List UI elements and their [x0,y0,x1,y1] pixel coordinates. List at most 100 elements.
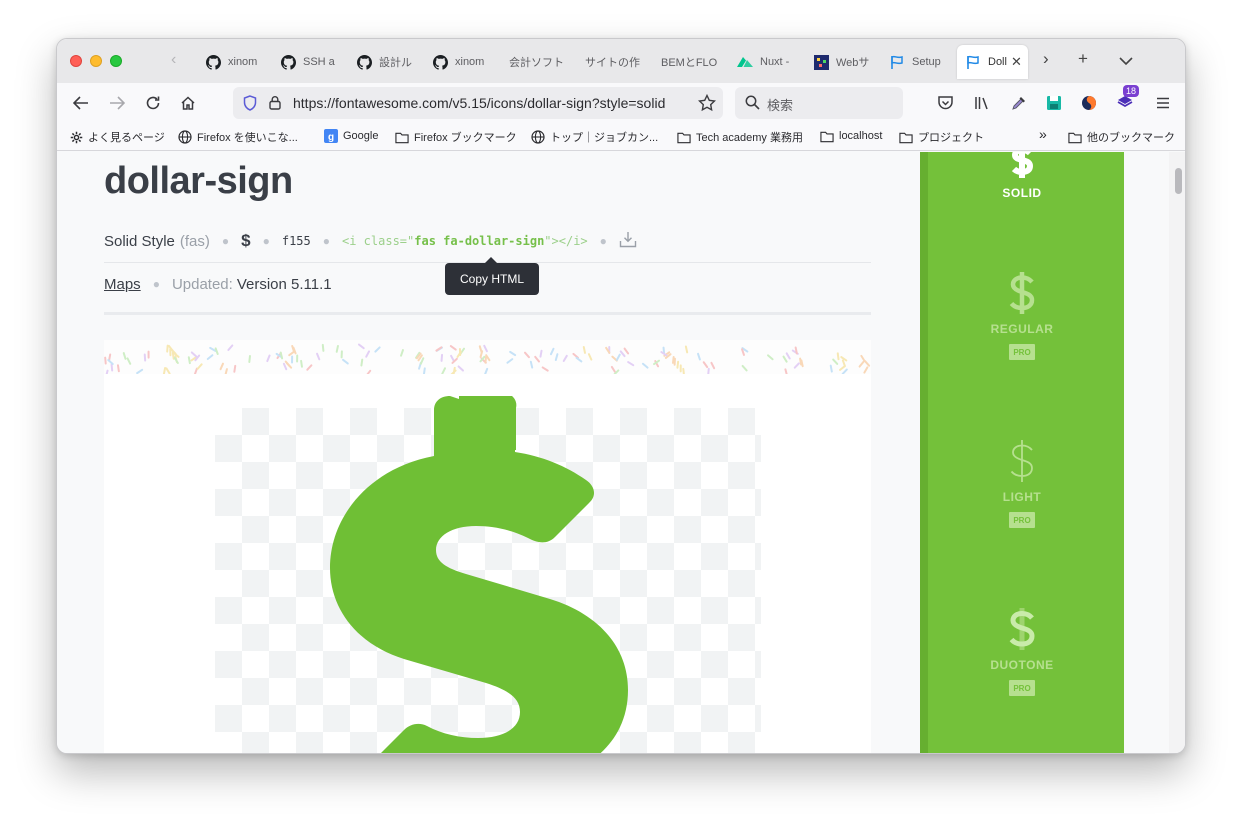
svg-text:g: g [328,132,334,143]
tab-label: サイトの作 [585,57,640,69]
home-icon[interactable] [176,91,200,115]
save-extension-icon[interactable] [1044,93,1064,113]
bookmark-jobcan[interactable]: トップ｜ジョブカン... [531,129,658,145]
style-option-regular[interactable]: REGULAR PRO [920,270,1124,360]
search-placeholder: 検索 [767,98,794,113]
hamburger-menu-icon[interactable] [1153,93,1173,113]
browser-window: ‹ xinom SSH a 設計ル xinom 会計ソフト サイトの作 BEMと… [56,38,1186,754]
folder-icon [899,130,913,144]
pocket-icon[interactable] [935,93,955,113]
github-icon [432,54,448,70]
tracking-protection-shield-icon[interactable] [243,95,257,116]
style-option-duotone[interactable]: DUOTONE PRO [920,606,1124,696]
bookmark-label: Firefox ブックマーク [414,132,517,144]
google-icon: g [324,129,338,143]
tab-github-3[interactable]: 設計ル [356,47,412,77]
tab-github-1[interactable]: xinom [205,47,257,77]
github-icon [280,54,296,70]
bookmark-project-folder[interactable]: プロジェクト [899,129,984,145]
scrollbar-thumb[interactable] [1175,168,1182,194]
navigation-toolbar: https://fontawesome.com/v5.15/icons/doll… [57,83,1185,123]
tab-nuxt[interactable]: Nuxt - [737,47,789,77]
github-icon [356,54,372,70]
bookmark-firefox-folder[interactable]: Firefox ブックマーク [395,129,517,145]
nuxt-icon [737,54,753,70]
tab-dollar-sign-active[interactable]: Doll ✕ [957,45,1028,79]
bookmark-firefox-guide[interactable]: Firefox を使いこな... [178,129,298,145]
dollar-sign-icon [330,396,628,753]
tab-label: Setup [912,56,941,68]
tab-label: 会計ソフト [509,57,564,69]
tab-github-4[interactable]: xinom [432,47,484,77]
bookmark-most-visited[interactable]: よく見るページ [69,129,165,145]
style-prefix: (fas) [179,232,210,250]
library-icon[interactable] [973,93,993,113]
pro-badge: PRO [1009,680,1035,696]
style-option-solid[interactable]: SOLID [920,152,1124,200]
maps-link[interactable]: Maps [104,276,141,293]
tab-scroll-right-icon[interactable]: › [1043,49,1049,69]
tab-github-2[interactable]: SSH a [280,47,335,77]
search-icon [745,95,760,115]
updated-label: Updated: [171,275,233,293]
page-scrollbar[interactable] [1169,152,1185,753]
bookmark-google[interactable]: g Google [324,129,378,143]
bookmark-other-folder[interactable]: 他のブックマーク [1068,129,1175,145]
tab-scroll-left-icon[interactable]: ‹ [171,51,176,69]
flag-icon [889,54,905,70]
copy-html-tooltip: Copy HTML [445,257,539,295]
zoom-window-button[interactable] [110,55,122,67]
tab-list-icon[interactable] [1119,51,1133,71]
close-tab-icon[interactable]: ✕ [1011,54,1022,70]
bookmark-label: Google [343,130,379,142]
bookmark-tech-academy-folder[interactable]: Tech academy 業務用 [677,129,803,145]
tab-web[interactable]: Webサ [813,47,869,77]
bookmark-label: localhost [839,130,883,142]
close-window-button[interactable] [70,55,82,67]
new-tab-icon[interactable]: + [1078,49,1088,69]
tab-setup[interactable]: Setup [889,47,941,77]
style-option-light[interactable]: LIGHT PRO [920,438,1124,528]
pixel-icon [813,54,829,70]
maps-updated-row: Maps ● Updated: Version 5.11.1 [104,274,332,294]
tab-site[interactable]: サイトの作 [585,47,640,77]
reload-icon[interactable] [141,91,165,115]
back-icon[interactable] [69,91,93,115]
bookmark-star-icon[interactable] [697,93,717,113]
bookmarks-overflow-icon[interactable]: » [1039,126,1047,142]
bookmark-label: Tech academy 業務用 [696,132,803,144]
updated-version: Version 5.11.1 [236,275,332,293]
style-switcher-sidebar: SOLID REGULAR PRO LIGHT PRO DUOTONE PRO [920,152,1124,753]
gear-icon [69,130,83,144]
unicode-value[interactable]: f155 [282,234,311,248]
extension-badge-count: 18 [1123,85,1140,97]
style-label: LIGHT [1002,490,1042,504]
search-bar[interactable]: 検索 [735,87,903,119]
folder-icon [677,130,691,144]
forward-icon[interactable] [105,91,129,115]
bookmark-localhost-folder[interactable]: localhost [820,129,882,143]
bookmark-label: よく見るページ [88,132,165,144]
tab-bem[interactable]: BEMとFLO [661,47,717,77]
html-snippet[interactable]: <i class="fas fa-dollar-sign"></i> [342,234,588,248]
lock-icon[interactable] [269,95,281,115]
code-class: fas fa-dollar-sign [414,234,545,248]
github-icon [205,54,221,70]
tab-accounting[interactable]: 会計ソフト [509,47,564,77]
style-label: SOLID [1002,186,1042,200]
swirl-extension-icon[interactable] [1079,93,1099,113]
download-icon[interactable] [619,231,637,252]
globe-icon [531,130,545,144]
tab-label: SSH a [303,56,335,68]
minimize-window-button[interactable] [90,55,102,67]
glyph-preview[interactable]: $ [241,231,250,251]
eyedropper-icon[interactable] [1009,93,1029,113]
flag-icon [965,54,981,70]
separator-dot: ● [221,234,230,248]
icon-preview-panel [104,340,871,753]
extension-badge-icon[interactable]: 18 [1115,85,1140,111]
url-text: https://fontawesome.com/v5.15/icons/doll… [293,95,666,111]
tab-label: Webサ [836,57,870,69]
tab-label: 設計ル [379,57,412,69]
url-bar[interactable]: https://fontawesome.com/v5.15/icons/doll… [233,87,723,119]
